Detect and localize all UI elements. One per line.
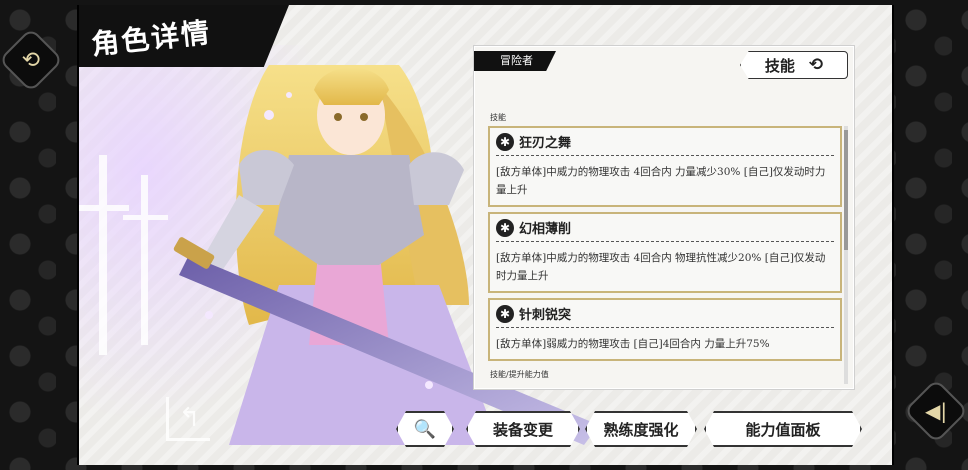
card-tag: 冒险者 (474, 51, 556, 71)
gear-icon: ✱ (496, 304, 514, 323)
skill-toggle-label: 技能 (764, 56, 795, 75)
gear-icon: ✱ (496, 132, 514, 151)
skill-name: 狂刃之舞 (519, 136, 572, 151)
refresh-icon: ⟲ (808, 55, 824, 75)
refresh-icon: ⟲ (21, 47, 41, 73)
equip-change-button[interactable]: 装备变更 (466, 411, 580, 447)
skill-name: 幻相薄削 (519, 222, 572, 237)
stats-panel-button[interactable]: 能力值面板 (704, 411, 862, 447)
search-icon: 🔍 (413, 418, 437, 440)
skill-name: 针刺锐突 (519, 308, 572, 323)
page-title: 角色详情 (89, 15, 213, 62)
skill-item: ✱ 幻相薄削 [敌方单体]中威力的物理攻击 4回合内 物理抗性减少20% [自己… (488, 212, 842, 293)
skill-desc: [敌方单体]中威力的物理攻击 4回合内 物理抗性减少20% [自己]仅发动时力量… (496, 252, 826, 282)
gear-icon: ✱ (496, 218, 514, 237)
skill-card: 冒险者 技能 ⟲ 技能 ✱ 狂刃之舞 [敌方单体]中威力的物理攻击 4回合内 力… (473, 45, 855, 390)
skill-item: ✱ 针刺锐突 [敌方单体]弱威力的物理攻击 [自己]4回合内 力量上升75% (488, 298, 842, 361)
skill-list[interactable]: ✱ 狂刃之舞 [敌方单体]中威力的物理攻击 4回合内 力量减少30% [自己]仅… (488, 126, 842, 384)
section-label-skills: 技能 (490, 113, 506, 122)
skill-item: ✱ 狂刃之舞 [敌方单体]中威力的物理攻击 4回合内 力量减少30% [自己]仅… (488, 126, 842, 207)
title-banner: 角色详情 (79, 5, 289, 67)
back-icon[interactable]: ↰ (166, 397, 210, 441)
skill-desc: [敌方单体]中威力的物理攻击 4回合内 力量减少30% [自己]仅发动时力量上升 (496, 166, 826, 196)
scrollbar[interactable] (844, 126, 848, 384)
skill-toggle-button[interactable]: 技能 ⟲ (740, 51, 848, 79)
speaker-icon: ◀| (924, 399, 948, 423)
search-button[interactable]: 🔍 (396, 411, 454, 447)
skill-desc: [敌方单体]弱威力的物理攻击 [自己]4回合内 力量上升75% (496, 338, 770, 350)
section-label-next: 技能/提升能力值 (490, 370, 549, 379)
mastery-button[interactable]: 熟练度强化 (585, 411, 697, 447)
